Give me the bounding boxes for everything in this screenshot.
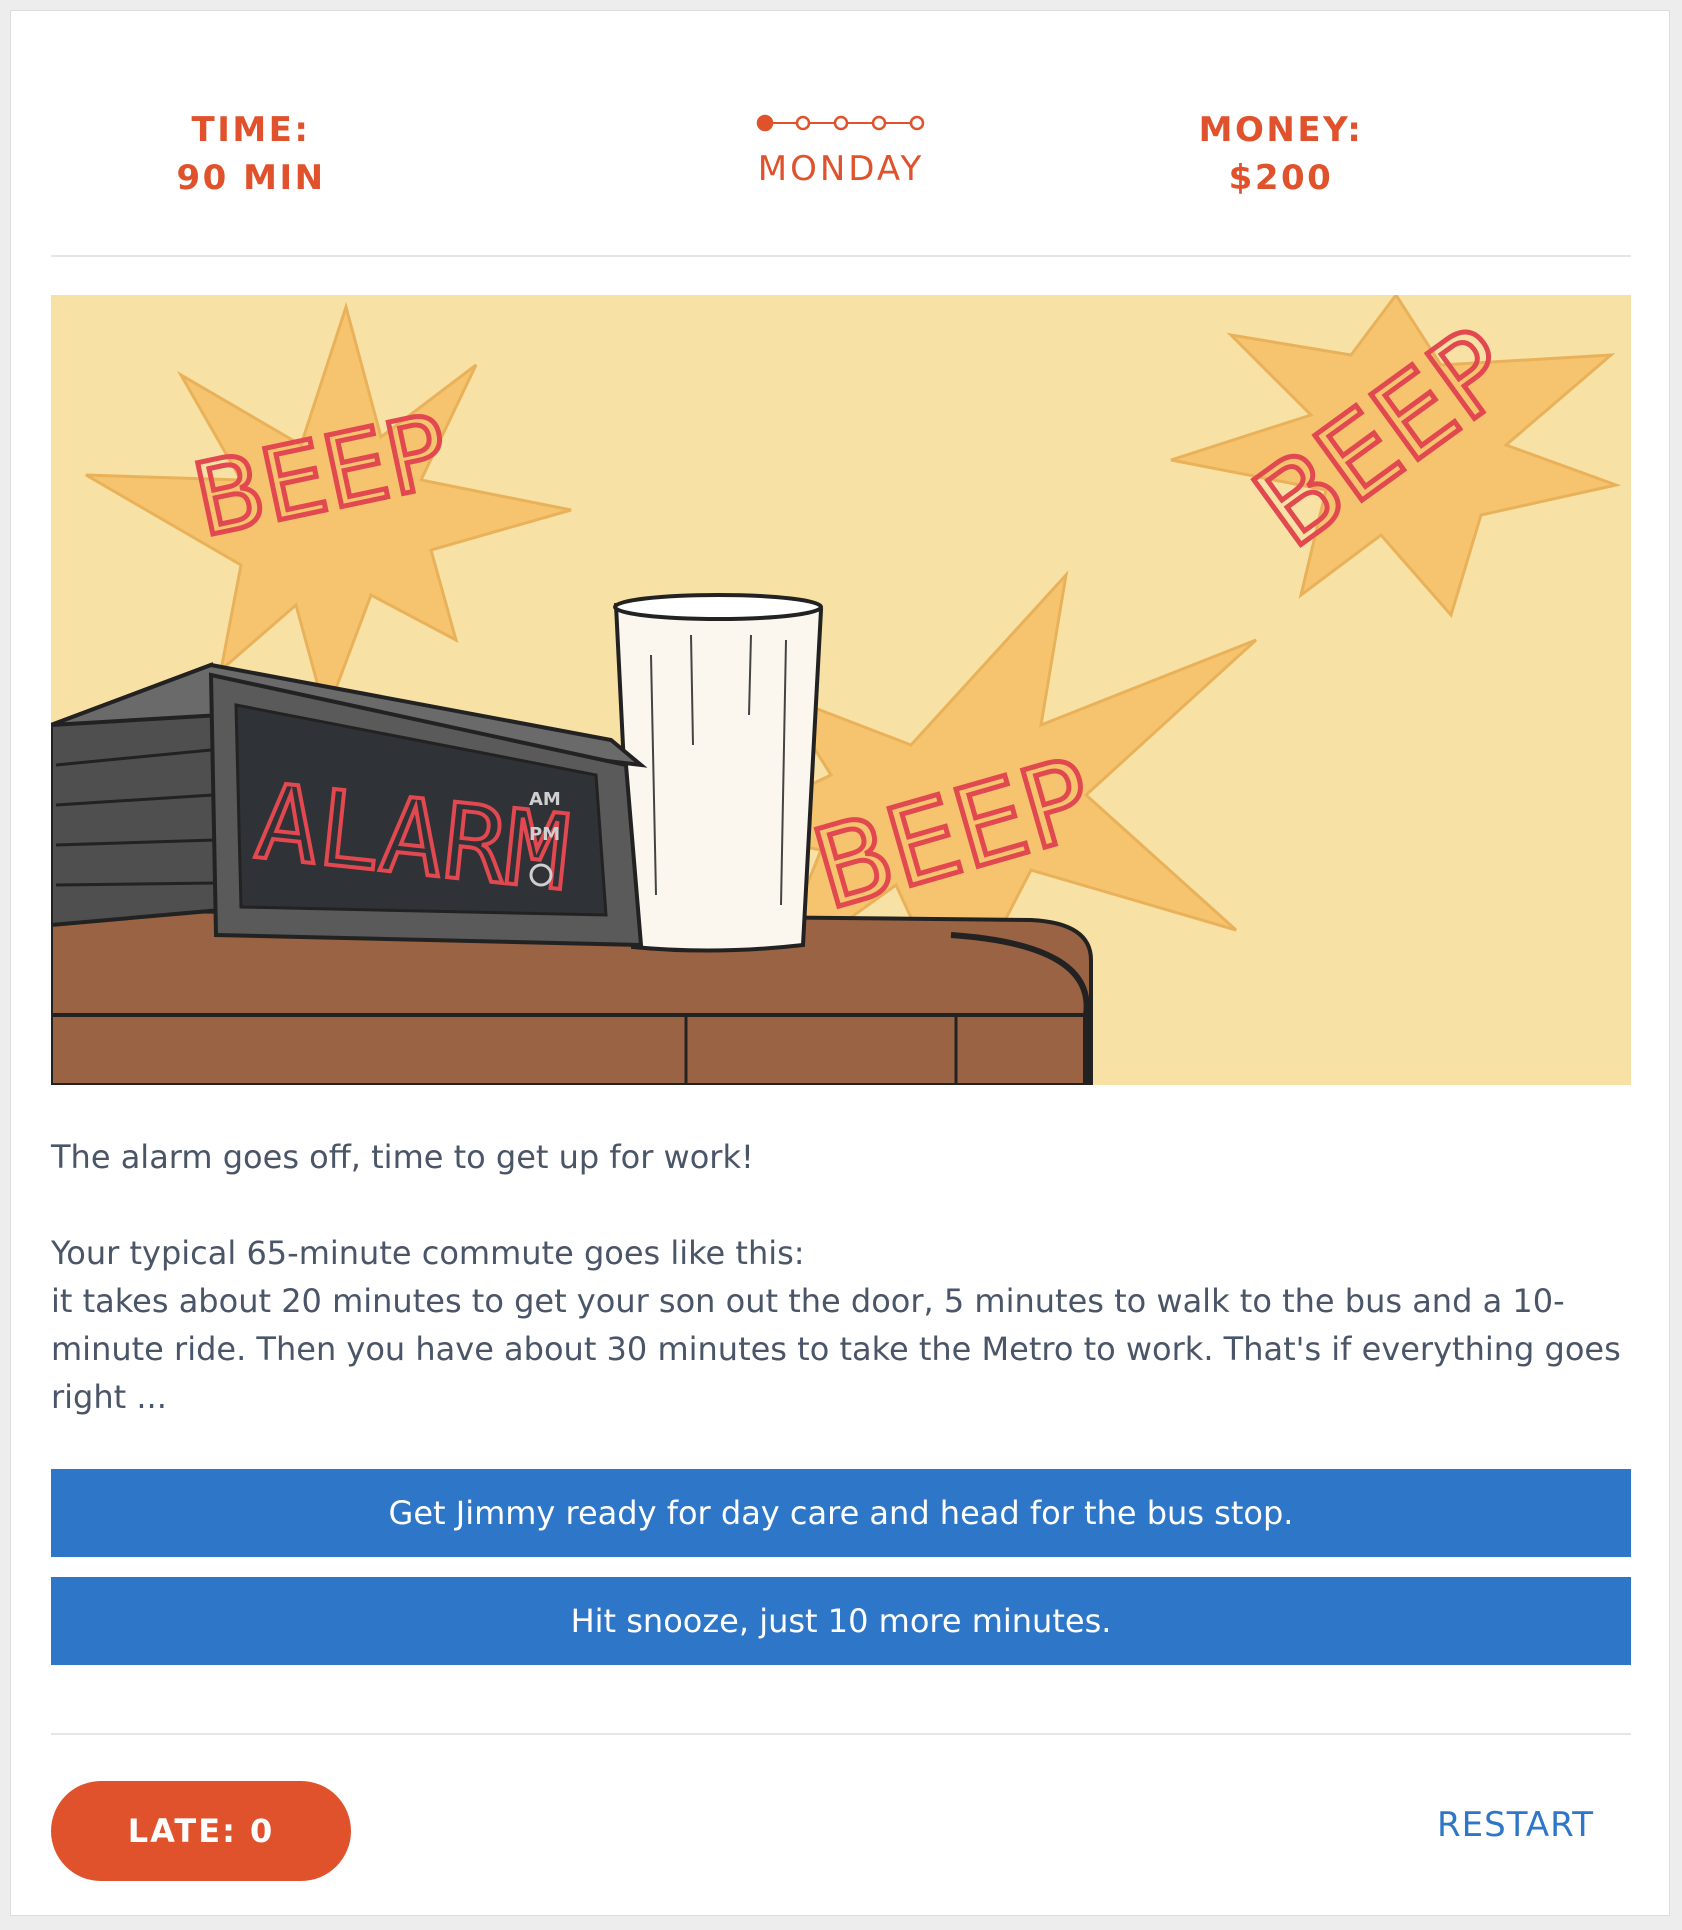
time-label: TIME: <box>191 110 311 150</box>
game-card: TIME: 90 MIN MONDAY MONEY: $200 BEEP BEE… <box>10 10 1670 1916</box>
story-text: The alarm goes off, time to get up for w… <box>51 1133 1631 1421</box>
late-counter-badge: LATE: 0 <box>51 1781 351 1881</box>
status-header: TIME: 90 MIN MONDAY MONEY: $200 <box>51 11 1631 257</box>
day-dot-1 <box>756 114 774 132</box>
day-progress: MONDAY <box>641 111 1041 189</box>
choice-get-ready-button[interactable]: Get Jimmy ready for day care and head fo… <box>51 1469 1631 1557</box>
glass-rim <box>613 593 823 621</box>
money-value: $200 <box>1228 158 1334 198</box>
time-stat: TIME: 90 MIN <box>101 106 401 202</box>
alarm-illustration: BEEP BEEP BEEP ALARM AM PM <box>51 295 1631 1085</box>
water-glass <box>613 599 824 953</box>
day-progress-dots <box>756 114 925 132</box>
story-commute-heading: Your typical 65-minute commute goes like… <box>51 1234 805 1272</box>
money-label: MONEY: <box>1198 110 1364 150</box>
choice-snooze-button[interactable]: Hit snooze, just 10 more minutes. <box>51 1577 1631 1665</box>
footer-divider <box>51 1733 1631 1735</box>
restart-link[interactable]: RESTART <box>1437 1805 1594 1845</box>
money-stat: MONEY: $200 <box>1131 106 1431 202</box>
day-dot-4 <box>871 115 887 131</box>
clock-am-label: AM <box>529 789 561 810</box>
day-dot-3 <box>833 115 849 131</box>
story-commute-details: it takes about 20 minutes to get your so… <box>51 1282 1621 1416</box>
clock-vent <box>55 881 218 887</box>
clock-pm-label: PM <box>529 824 560 845</box>
day-dot-5 <box>909 115 925 131</box>
day-dot-2 <box>795 115 811 131</box>
day-label: MONDAY <box>757 149 925 189</box>
time-value: 90 MIN <box>176 158 326 198</box>
story-intro: The alarm goes off, time to get up for w… <box>51 1138 754 1176</box>
alarm-clock-scene: BEEP BEEP BEEP ALARM AM PM <box>51 295 1631 1085</box>
